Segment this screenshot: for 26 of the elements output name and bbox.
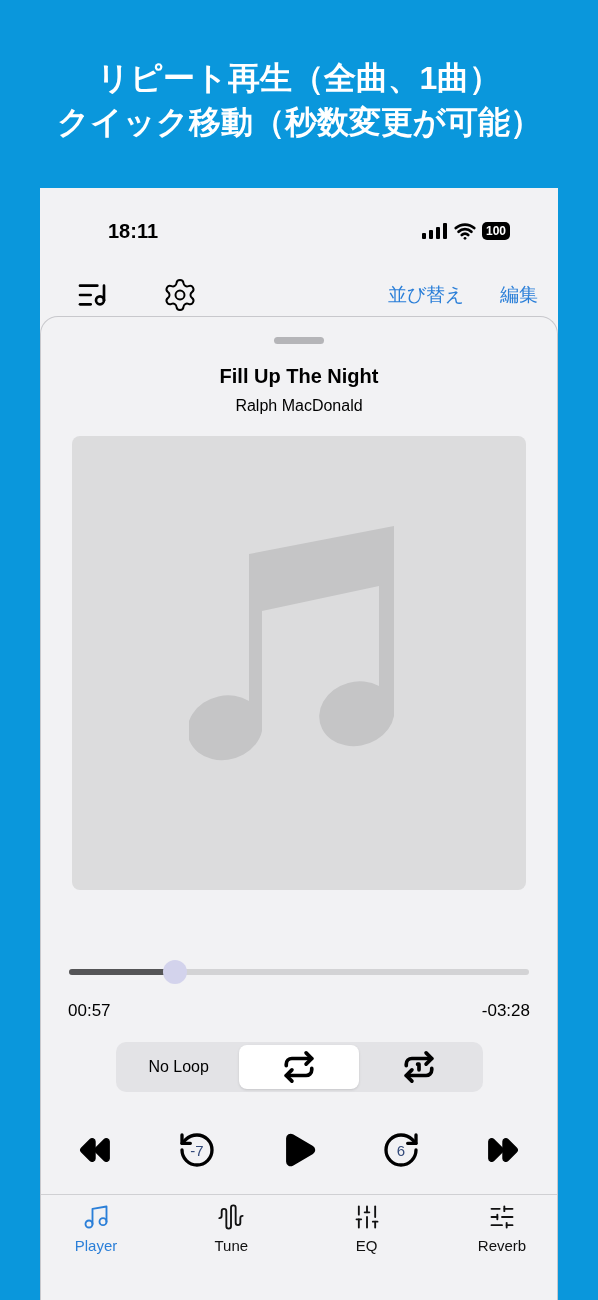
tab-item[interactable]: Tune bbox=[186, 1202, 277, 1257]
sheet-handle[interactable] bbox=[274, 337, 324, 344]
repeat-icon bbox=[282, 1049, 316, 1084]
waveform-icon bbox=[217, 1202, 246, 1231]
repeat-one-icon bbox=[402, 1049, 437, 1084]
tab-item[interactable]: EQ bbox=[321, 1202, 412, 1257]
headline: リピート再生（全曲、1曲） bbox=[96, 59, 502, 98]
track-title: Fill Up The Night bbox=[219, 364, 379, 388]
artist-name: Ralph MacDonald bbox=[235, 396, 363, 416]
loop-mode-segment[interactable]: No Loop bbox=[118, 1044, 239, 1089]
toolbar-action[interactable]: 並び替え bbox=[388, 280, 464, 310]
loop-mode-segment[interactable] bbox=[238, 1044, 360, 1089]
remaining-time: -03:28 bbox=[481, 1000, 530, 1022]
transport-button[interactable]: -7 bbox=[169, 1121, 225, 1178]
elapsed-time: 00:57 bbox=[68, 1000, 111, 1022]
signal-icon bbox=[421, 223, 448, 239]
wifi-icon bbox=[453, 220, 476, 242]
clock: 18:11 bbox=[108, 219, 159, 244]
transport-button[interactable]: 6 bbox=[373, 1121, 429, 1178]
headline: クイック移動（秒数変更が可能） bbox=[56, 103, 542, 142]
tab-item[interactable]: Player bbox=[51, 1202, 141, 1257]
toolbar-action[interactable]: 編集 bbox=[500, 280, 538, 310]
progress-thumb[interactable] bbox=[162, 960, 187, 984]
tab-item[interactable]: Reverb bbox=[457, 1202, 547, 1257]
battery-indicator: 100 bbox=[481, 222, 510, 240]
progress-track[interactable] bbox=[69, 969, 529, 975]
